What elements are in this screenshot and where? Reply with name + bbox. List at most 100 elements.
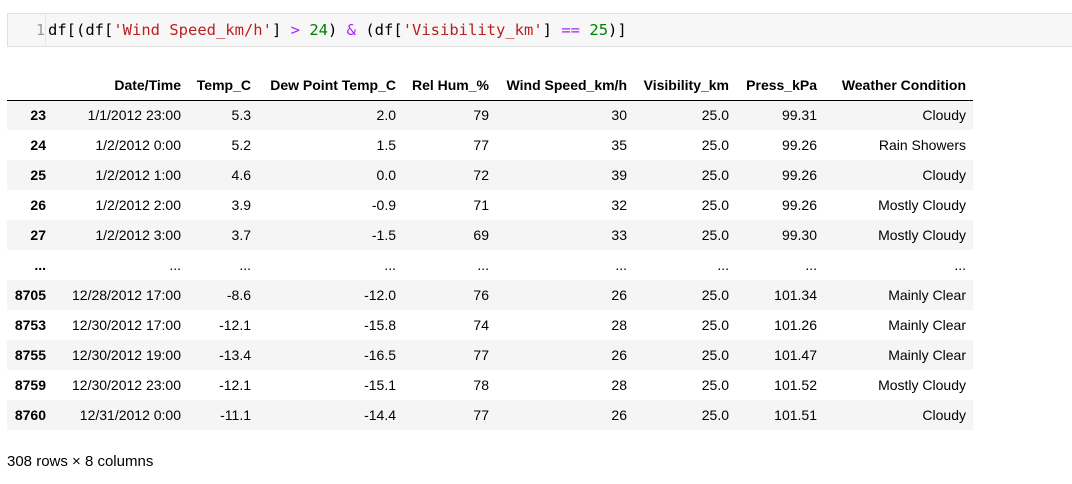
- row-index: ...: [34, 257, 46, 273]
- row-index: 8705: [14, 287, 46, 303]
- table-row: 8755 12/30/2012 19:00 -13.4 -16.5 77 26 25.0 10…: [7, 340, 973, 370]
- table-row: ...........................: [7, 250, 973, 280]
- table-cell: 12/31/2012 0:00: [79, 407, 181, 423]
- table-cell: 72: [473, 167, 489, 183]
- table-cell: Rain Showers: [878, 137, 966, 153]
- table-cell: 25.0: [701, 377, 729, 393]
- table-row: 8753 12/30/2012 17:00 -12.1 -15.8 74 28 25.0 10…: [7, 310, 973, 340]
- table-cell: 5.2: [231, 137, 251, 153]
- code-token: ): [328, 21, 347, 39]
- table-header-row: Date/Time Temp_C Dew Point Temp_C Rel Hum_%…: [7, 71, 973, 101]
- table-row: 27 1/2/2012 3:00 3.7 -1.5 69 33 25.0 99.30 Mostl…: [7, 220, 973, 250]
- table-cell: Cloudy: [922, 167, 966, 183]
- table-cell: ...: [477, 257, 489, 273]
- table-cell: 2.0: [376, 107, 396, 124]
- column-header: Press_kPa: [736, 71, 824, 101]
- table-cell: -15.1: [364, 377, 396, 393]
- table-cell: 77: [473, 407, 489, 423]
- table-cell: 35: [611, 137, 627, 153]
- table-cell: Mostly Cloudy: [878, 227, 966, 243]
- column-header: Dew Point Temp_C: [258, 71, 403, 101]
- table-cell: ...: [169, 257, 181, 273]
- column-header: Rel Hum_%: [403, 71, 496, 101]
- table-cell: Mainly Clear: [888, 317, 966, 333]
- table-cell: 99.26: [781, 167, 817, 183]
- table-cell: 1/2/2012 0:00: [95, 137, 181, 153]
- line-number: 1: [35, 21, 45, 39]
- table-cell: 1/1/2012 23:00: [87, 107, 181, 124]
- table-cell: 78: [473, 377, 489, 393]
- table-row: 8705 12/28/2012 17:00 -8.6 -12.0 76 26 25.0 101…: [7, 280, 973, 310]
- table-cell: 25.0: [701, 167, 729, 183]
- table-cell: 28: [611, 377, 627, 393]
- code-token: (df[: [356, 21, 403, 39]
- code-token: )]: [608, 21, 627, 39]
- code-token: &: [346, 21, 357, 39]
- table-cell: Mainly Clear: [888, 287, 966, 303]
- table-cell: 33: [611, 227, 627, 243]
- table-cell: 77: [473, 137, 489, 153]
- table-cell: 12/30/2012 17:00: [72, 317, 181, 333]
- table-cell: Mostly Cloudy: [878, 377, 966, 393]
- dataframe-shape-summary: 308 rows × 8 columns: [7, 453, 154, 470]
- code-input-cell[interactable]: 1 df[(df['Wind Speed_km/h'] > 24) & (df[…: [7, 13, 1072, 47]
- column-header: Weather Condition: [824, 71, 973, 101]
- table-cell: 12/28/2012 17:00: [72, 287, 181, 303]
- table-cell: 74: [473, 317, 489, 333]
- table-cell: 1/2/2012 1:00: [95, 167, 181, 183]
- table-cell: 26: [611, 287, 627, 303]
- table-cell: 25.0: [701, 107, 729, 124]
- table-cell: 101.34: [774, 287, 817, 303]
- row-index: 8760: [14, 407, 46, 423]
- row-index: 27: [30, 227, 46, 243]
- table-cell: 99.30: [781, 227, 817, 243]
- code-token: >: [290, 21, 300, 39]
- table-cell: ...: [717, 257, 729, 273]
- table-cell: 79: [473, 107, 489, 124]
- table-cell: 5.3: [231, 107, 251, 124]
- row-index: 8753: [14, 317, 46, 333]
- table-row: 8759 12/30/2012 23:00 -12.1 -15.1 78 28 25.0 10…: [7, 370, 973, 400]
- table-cell: -12.1: [219, 377, 251, 393]
- table-cell: 25.0: [701, 227, 729, 243]
- table-cell: Mainly Clear: [888, 347, 966, 363]
- table-cell: 1/2/2012 3:00: [95, 227, 181, 243]
- table-cell: Mostly Cloudy: [878, 197, 966, 213]
- column-header: Temp_C: [188, 71, 258, 101]
- table-cell: 69: [473, 227, 489, 243]
- table-cell: 3.9: [231, 197, 251, 213]
- table-cell: Cloudy: [922, 107, 966, 124]
- gutter-divider: [45, 14, 46, 46]
- table-cell: 1.5: [376, 137, 396, 153]
- table-cell: 1/2/2012 2:00: [95, 197, 181, 213]
- code-line[interactable]: df[(df['Wind Speed_km/h'] > 24) & (df['V…: [48, 14, 627, 46]
- column-header: Wind Speed_km/h: [496, 71, 634, 101]
- table-cell: 3.7: [231, 227, 251, 243]
- table-cell: -15.8: [364, 317, 396, 333]
- code-token: 'Visibility_km': [402, 21, 543, 39]
- table-cell: 26: [611, 407, 627, 423]
- table-cell: ...: [384, 257, 396, 273]
- code-token: ]: [542, 21, 562, 39]
- row-index: 25: [30, 167, 46, 183]
- table-cell: 30: [611, 107, 627, 124]
- code-token: 'Wind Speed_km/h': [113, 21, 272, 39]
- row-index: 23: [30, 107, 46, 124]
- table-cell: -12.0: [364, 287, 396, 303]
- table-row: 24 1/2/2012 0:00 5.2 1.5 77 35 25.0 99.26 Rain S…: [7, 130, 973, 160]
- table-cell: -8.6: [226, 287, 251, 303]
- table-cell: 101.52: [774, 377, 817, 393]
- table-cell: -12.1: [219, 317, 251, 333]
- table-cell: 28: [611, 317, 627, 333]
- table-cell: 25.0: [701, 197, 729, 213]
- code-token: ]: [271, 21, 291, 39]
- table-row: 25 1/2/2012 1:00 4.6 0.0 72 39 25.0 99.26 Cloudy: [7, 160, 973, 190]
- table-cell: -16.5: [364, 347, 396, 363]
- column-header: Date/Time: [53, 71, 188, 101]
- table-cell: -13.4: [219, 347, 251, 363]
- table-cell: 101.47: [774, 347, 817, 363]
- table-cell: 32: [611, 197, 627, 213]
- table-cell: 25.0: [701, 347, 729, 363]
- table-row: 23 1/1/2012 23:00 5.3 2.0 79 30 25.0 99.31 Cloud…: [7, 100, 973, 130]
